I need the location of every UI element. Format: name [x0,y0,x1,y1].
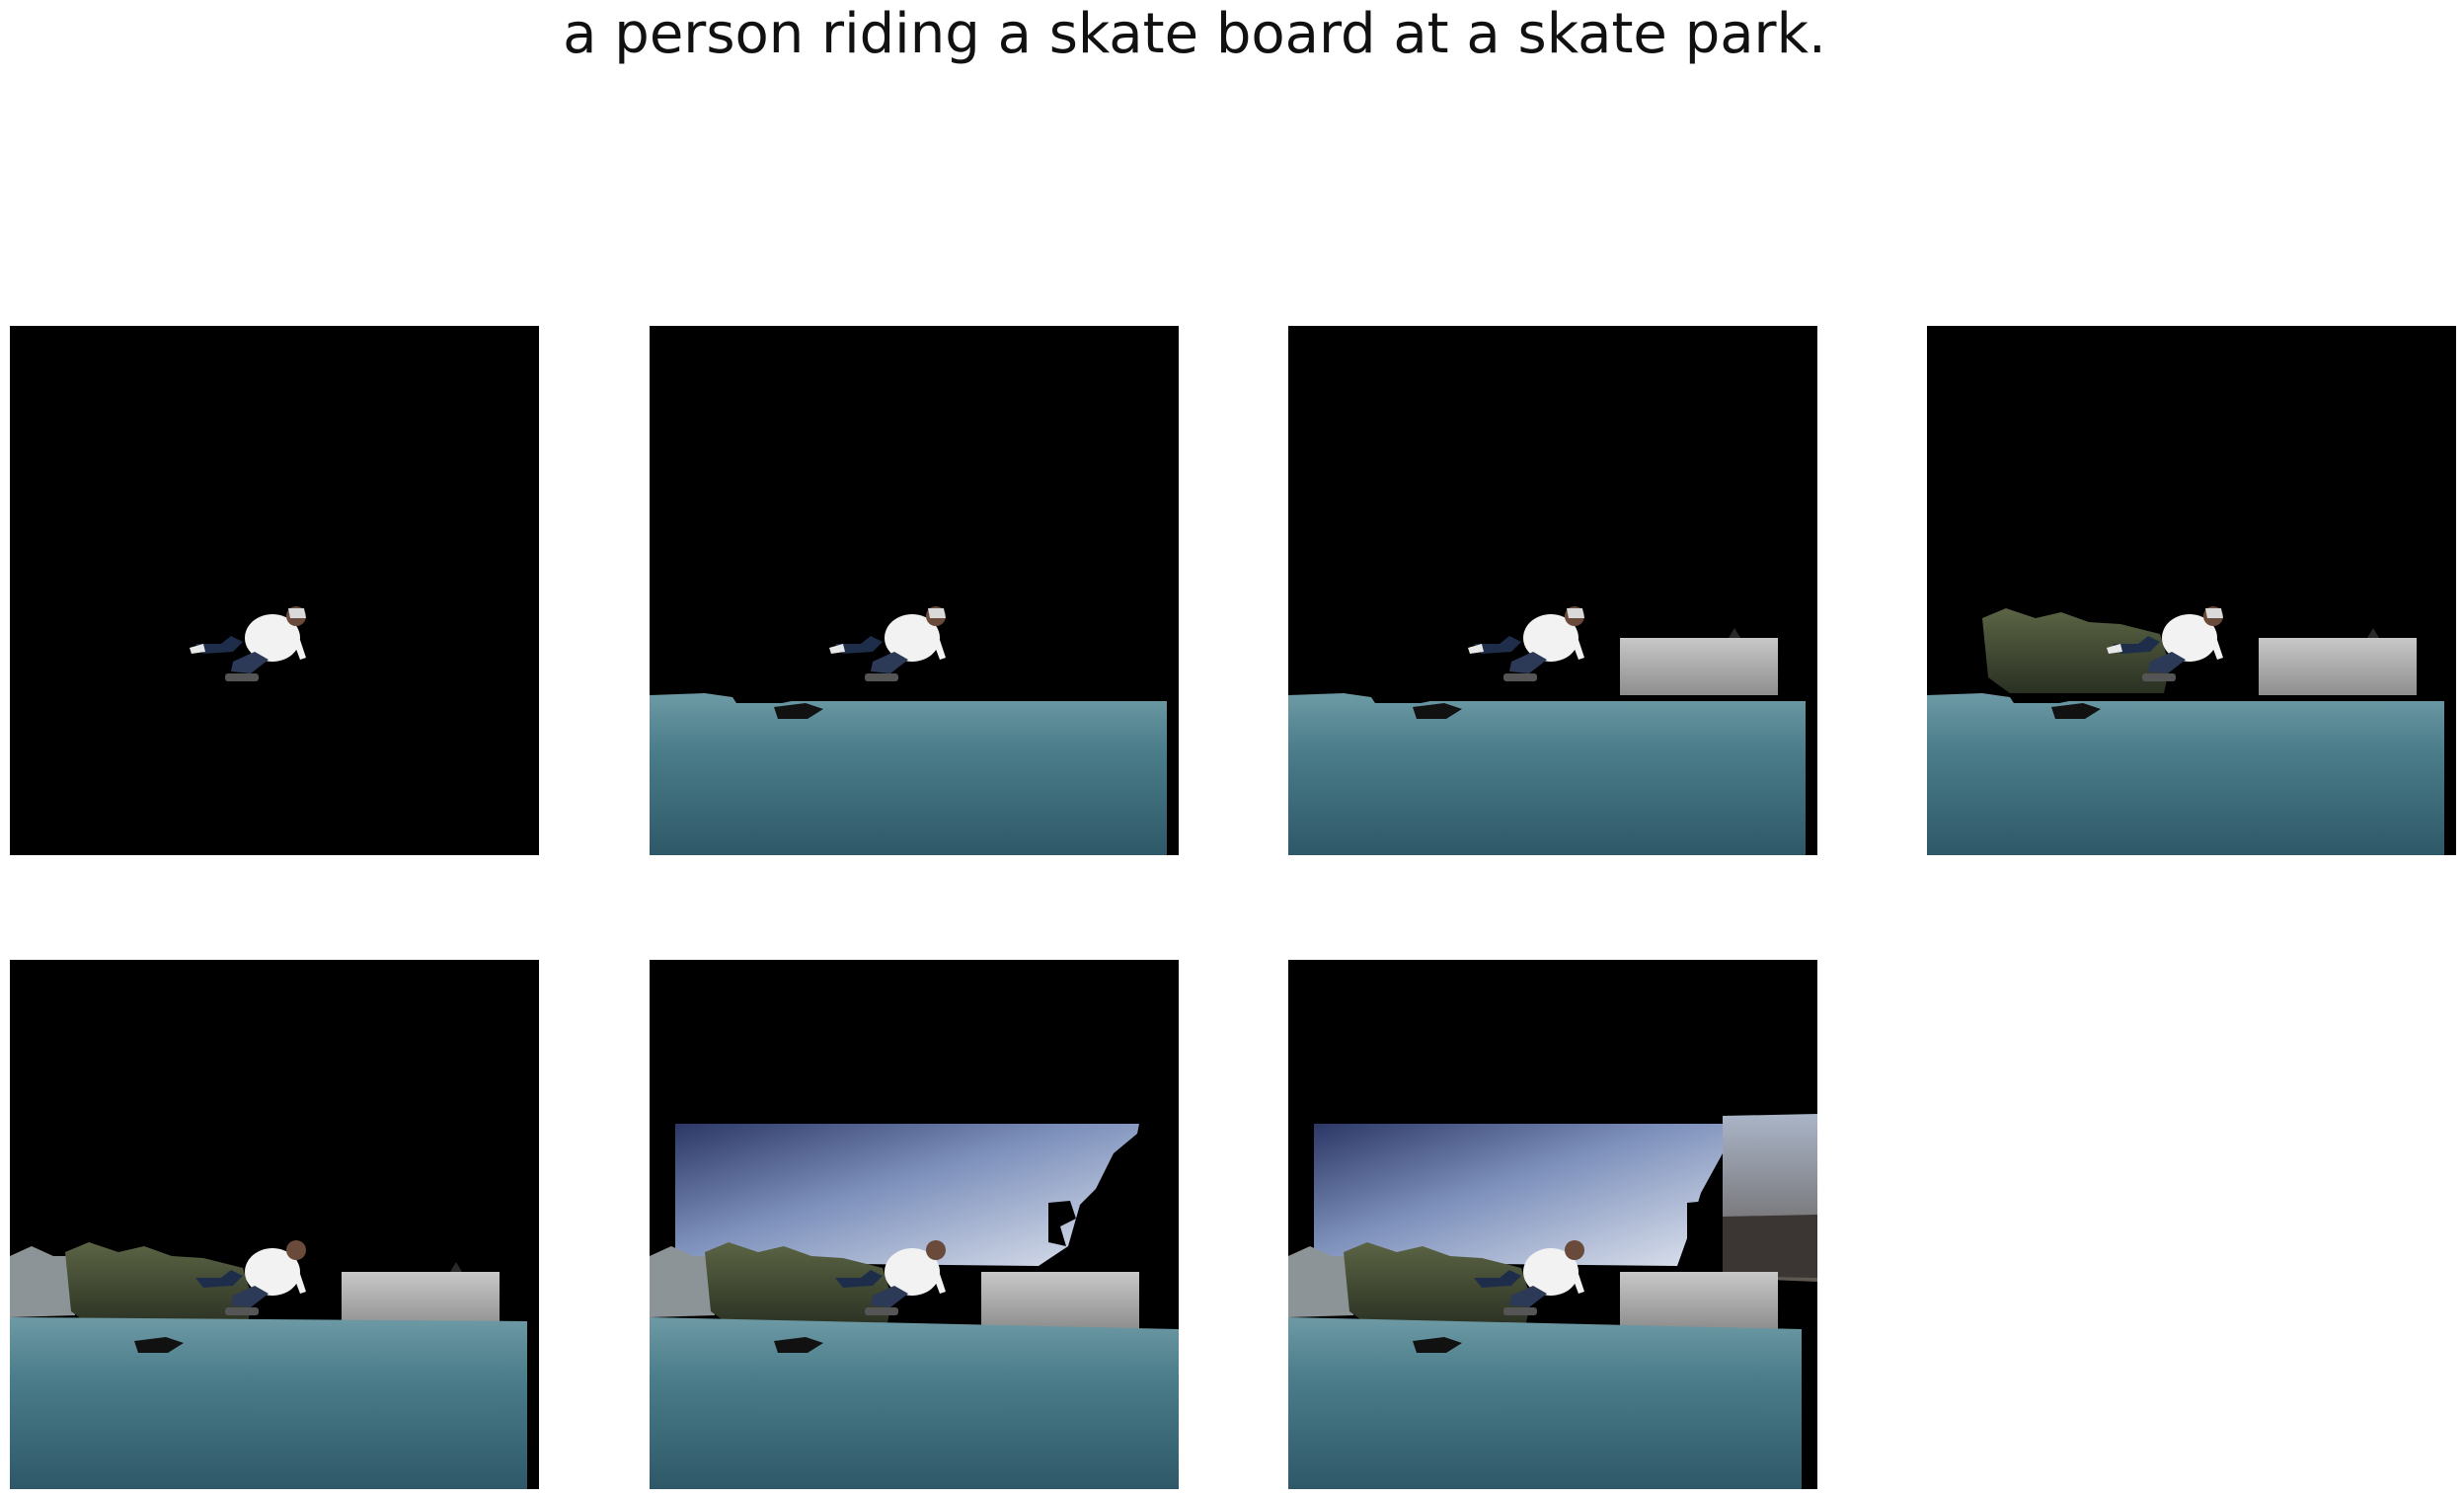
ground-region [10,1317,527,1489]
panel-3-image [1288,606,1806,855]
segmentation-panel-6 [650,960,1179,1489]
ground-region [650,693,1167,855]
ground-region [1288,693,1806,855]
segmentation-panel-5 [10,960,539,1489]
left-tree-region [10,1246,75,1317]
segmentation-panel-2 [650,326,1179,855]
segmentation-panel-7 [1288,960,1817,1489]
wall-region [1620,1272,1778,1329]
segmentation-panel-1 [10,326,539,855]
wall-region [2259,638,2417,695]
panel-2-image [650,606,1167,855]
ground-region [1288,1317,1802,1489]
skateboarder [190,606,306,681]
panel-1-image [190,606,306,681]
wall-region [1620,638,1778,695]
left-tree-region [650,1246,715,1317]
figure-caption: a person riding a skate board at a skate… [563,2,1826,66]
segmentation-panel-4 [1927,326,2456,855]
panel-5-image [10,1240,527,1489]
sky-region [675,1124,1139,1266]
ground-region [1927,693,2444,855]
segmentation-panel-3 [1288,326,1817,855]
wall-region [981,1272,1139,1329]
left-tree-region [1288,1246,1353,1317]
sky-region [1314,1124,1723,1266]
panel-6-image [650,1124,1179,1489]
panel-4-image [1927,606,2444,855]
panel-7-image [1288,1114,1817,1489]
ground-region [650,1317,1179,1489]
